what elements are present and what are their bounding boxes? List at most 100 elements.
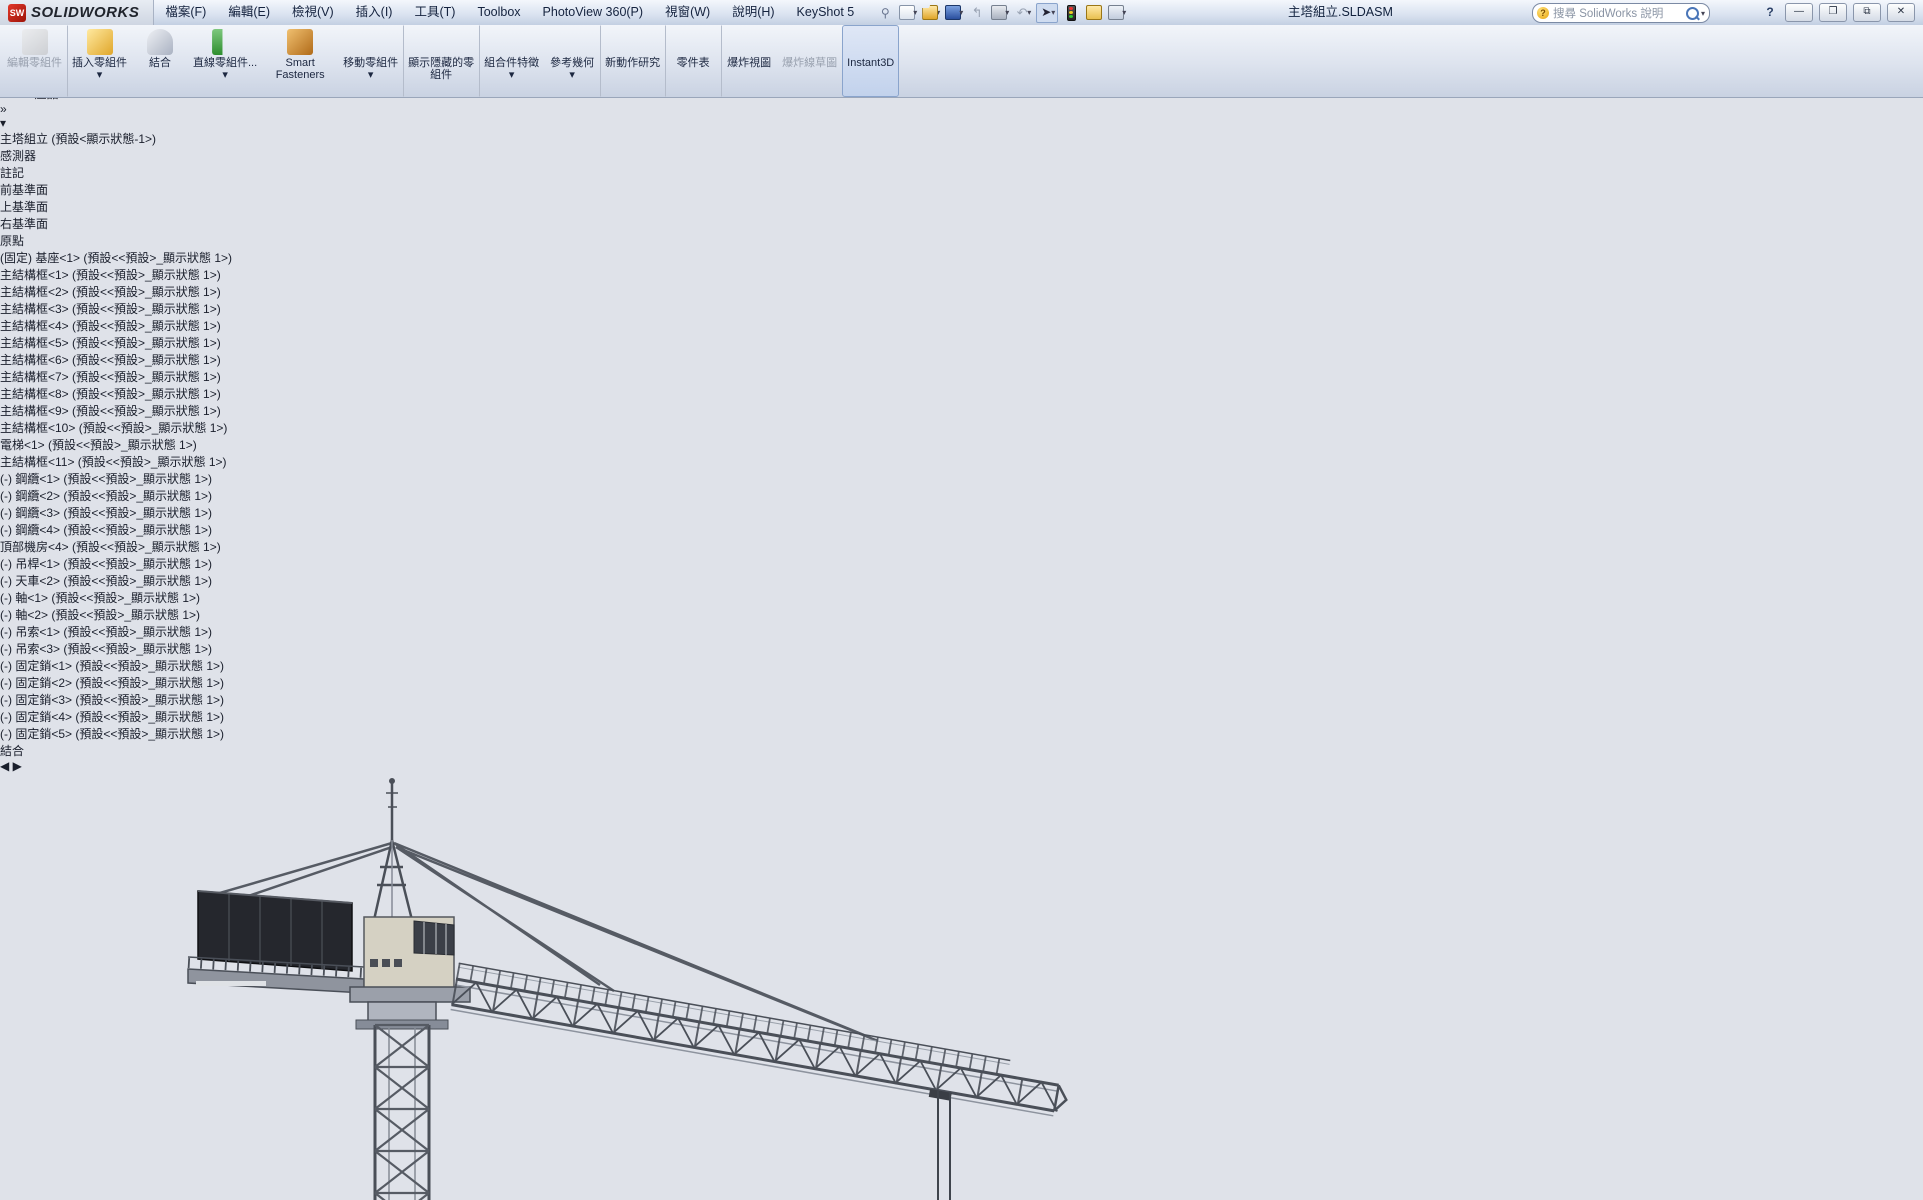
dropdown-caret-icon[interactable]: ▾ [509, 69, 515, 81]
ribbon-button[interactable]: 組合件特徵 ▾ [479, 25, 544, 97]
tree-item[interactable]: 感測器 [0, 147, 1923, 164]
tree-item[interactable]: 右基準面 [0, 215, 1923, 232]
tree-item[interactable]: 主結構框<11> (預設<<預設>_顯示狀態 1>) [0, 453, 1923, 470]
tree-item-label: 主結構框<7> (預設<<預設>_顯示狀態 1>) [0, 370, 221, 384]
file-properties-button[interactable] [1084, 4, 1104, 22]
rebuild-button[interactable] [1061, 4, 1081, 22]
tree-item[interactable]: 主結構框<4> (預設<<預設>_顯示狀態 1>) [0, 317, 1923, 334]
tree-item[interactable]: 電梯<1> (預設<<預設>_顯示狀態 1>) [0, 436, 1923, 453]
tree-item[interactable]: 主結構框<9> (預設<<預設>_顯示狀態 1>) [0, 402, 1923, 419]
scroll-left-arrow[interactable]: ◀ [0, 759, 9, 773]
tree-root-item[interactable]: 主塔組立 (預設<顯示狀態-1>) [0, 130, 1923, 147]
menu-item[interactable]: 工具(T) [403, 0, 466, 25]
filter-caret-icon[interactable]: ▾ [0, 116, 6, 130]
menu-item[interactable]: 檢視(V) [281, 0, 345, 25]
tree-item[interactable]: 頂部機房<4> (預設<<預設>_顯示狀態 1>) [0, 538, 1923, 555]
ribbon-button[interactable]: 編輯零組件 [2, 25, 67, 97]
ribbon-button-icon [428, 29, 454, 55]
options-button[interactable]: ▾ [1107, 4, 1127, 22]
tree-item[interactable]: 原點 [0, 232, 1923, 249]
tree-item[interactable]: 主結構框<5> (預設<<預設>_顯示狀態 1>) [0, 334, 1923, 351]
tree-filter-input[interactable]: ▾ [0, 116, 1923, 130]
menu-item[interactable]: 檔案(F) [154, 0, 217, 25]
ribbon-button[interactable]: 零件表 [665, 25, 721, 97]
tree-item[interactable]: (-) 固定銷<3> (預設<<預設>_顯示狀態 1>) [0, 691, 1923, 708]
print-button[interactable]: ▾ [990, 4, 1010, 22]
dropdown-caret-icon[interactable]: ▾ [368, 69, 374, 81]
tree-item[interactable]: 主結構框<2> (預設<<預設>_顯示狀態 1>) [0, 283, 1923, 300]
menu-item[interactable]: Toolbox [466, 0, 531, 25]
search-box[interactable]: ? 搜尋 SolidWorks 說明 ▾ [1532, 3, 1710, 23]
tree-item-label: 主結構框<4> (預設<<預設>_顯示狀態 1>) [0, 319, 221, 333]
tree-item[interactable]: (-) 天車<2> (預設<<預設>_顯示狀態 1>) [0, 572, 1923, 589]
tree-item[interactable]: (-) 吊桿<1> (預設<<預設>_顯示狀態 1>) [0, 555, 1923, 572]
menu-item[interactable]: KeyShot 5 [786, 0, 866, 25]
tree-item[interactable]: (-) 固定銷<2> (預設<<預設>_顯示狀態 1>) [0, 674, 1923, 691]
ribbon-button[interactable]: 移動零組件 ▾ [338, 25, 403, 97]
tree-item[interactable]: 主結構框<8> (預設<<預設>_顯示狀態 1>) [0, 385, 1923, 402]
tree-item[interactable]: (-) 固定銷<1> (預設<<預設>_顯示狀態 1>) [0, 657, 1923, 674]
tree-item[interactable]: (固定) 基座<1> (預設<<預設>_顯示狀態 1>) [0, 249, 1923, 266]
tree-item[interactable]: 主結構框<7> (預設<<預設>_顯示狀態 1>) [0, 368, 1923, 385]
menu-item[interactable]: PhotoView 360(P) [532, 0, 655, 25]
restore-button[interactable]: ❐ [1819, 3, 1847, 22]
tree-item-label: (固定) 基座<1> (預設<<預設>_顯示狀態 1>) [0, 251, 232, 265]
tree-item[interactable]: (-) 軸<2> (預設<<預設>_顯示狀態 1>) [0, 606, 1923, 623]
tree-item[interactable]: (-) 吊索<3> (預設<<預設>_顯示狀態 1>) [0, 640, 1923, 657]
menu-item[interactable]: 視窗(W) [654, 0, 721, 25]
help-button[interactable]: ? [1761, 4, 1779, 21]
ribbon-button-icon [212, 29, 238, 55]
tree-item[interactable]: (-) 吊索<1> (預設<<預設>_顯示狀態 1>) [0, 623, 1923, 640]
ribbon-button[interactable]: 參考幾何 ▾ [544, 25, 600, 97]
undo-icon[interactable]: ↰ [967, 4, 987, 22]
tree-item-label: 原點 [0, 234, 24, 248]
tree-item[interactable]: 主結構框<3> (預設<<預設>_顯示狀態 1>) [0, 300, 1923, 317]
tree-item[interactable]: 主結構框<1> (預設<<預設>_顯示狀態 1>) [0, 266, 1923, 283]
pin-icon[interactable]: ⚲ [875, 4, 895, 22]
open-button[interactable]: ▾ [921, 4, 941, 22]
graphics-viewport[interactable]: ▾ ▾ ▾ ▾ [0, 773, 1923, 1200]
tree-horizontal-scrollbar[interactable]: ◀ ▶ [0, 759, 1923, 773]
menu-item[interactable]: 編輯(E) [217, 0, 281, 25]
dropdown-caret-icon[interactable]: ▾ [569, 69, 575, 81]
tree-item[interactable]: 主結構框<10> (預設<<預設>_顯示狀態 1>) [0, 419, 1923, 436]
ribbon-button[interactable]: 直線零組件... ▾ [188, 25, 262, 97]
tree-item[interactable]: 註記 [0, 164, 1923, 181]
dropdown-caret-icon[interactable]: ▾ [97, 69, 103, 81]
tree-item[interactable]: (-) 軸<1> (預設<<預設>_顯示狀態 1>) [0, 589, 1923, 606]
ribbon-button[interactable]: Instant3D [842, 25, 899, 97]
tree-item[interactable]: (-) 鋼纜<1> (預設<<預設>_顯示狀態 1>) [0, 470, 1923, 487]
tree-item[interactable]: (-) 鋼纜<2> (預設<<預設>_顯示狀態 1>) [0, 487, 1923, 504]
ribbon-button[interactable]: 結合 [132, 25, 188, 97]
crane-3d-model[interactable] [0, 773, 1613, 1200]
tree-item[interactable]: 上基準面 [0, 198, 1923, 215]
tree-item[interactable]: (-) 固定銷<5> (預設<<預設>_顯示狀態 1>) [0, 725, 1923, 742]
tree-item[interactable]: (-) 鋼纜<4> (預設<<預設>_顯示狀態 1>) [0, 521, 1923, 538]
ribbon-button-label: 結合 [149, 57, 171, 69]
ribbon-button[interactable]: 顯示隱藏的零組件 [403, 25, 479, 97]
search-icon[interactable] [1686, 7, 1699, 20]
menu-item[interactable]: 說明(H) [721, 0, 785, 25]
ribbon-button[interactable]: 爆炸視圖 [721, 25, 777, 97]
ribbon-button[interactable]: 爆炸線草圖 [777, 25, 842, 97]
tree-item[interactable]: 結合 [0, 742, 1923, 759]
ribbon-button[interactable]: 插入零組件 ▾ [67, 25, 132, 97]
tree-item[interactable]: 前基準面 [0, 181, 1923, 198]
scroll-right-arrow[interactable]: ▶ [13, 759, 22, 773]
ribbon-button[interactable]: 新動作研究 [600, 25, 665, 97]
ribbon-button[interactable]: Smart Fasteners [262, 25, 338, 97]
redo-icon[interactable]: ↶▾ [1013, 4, 1033, 22]
tree-item[interactable]: 主結構框<6> (預設<<預設>_顯示狀態 1>) [0, 351, 1923, 368]
save-button[interactable]: ▾ [944, 4, 964, 22]
search-input[interactable]: 搜尋 SolidWorks 說明 [1553, 5, 1682, 21]
tree-item[interactable]: (-) 鋼纜<3> (預設<<預設>_顯示狀態 1>) [0, 504, 1923, 521]
menu-item[interactable]: 插入(I) [345, 0, 404, 25]
tree-item[interactable]: (-) 固定銷<4> (預設<<預設>_顯示狀態 1>) [0, 708, 1923, 725]
minimize-button[interactable]: — [1785, 3, 1813, 22]
dropdown-caret-icon[interactable]: ▾ [222, 69, 228, 81]
select-cursor-button[interactable]: ➤▾ [1036, 3, 1058, 23]
close-button[interactable]: ✕ [1887, 3, 1915, 22]
windows-button[interactable]: ⧉ [1853, 3, 1881, 22]
new-document-button[interactable]: ▾ [898, 4, 918, 22]
panel-chevron-icon[interactable]: » [0, 102, 1923, 116]
